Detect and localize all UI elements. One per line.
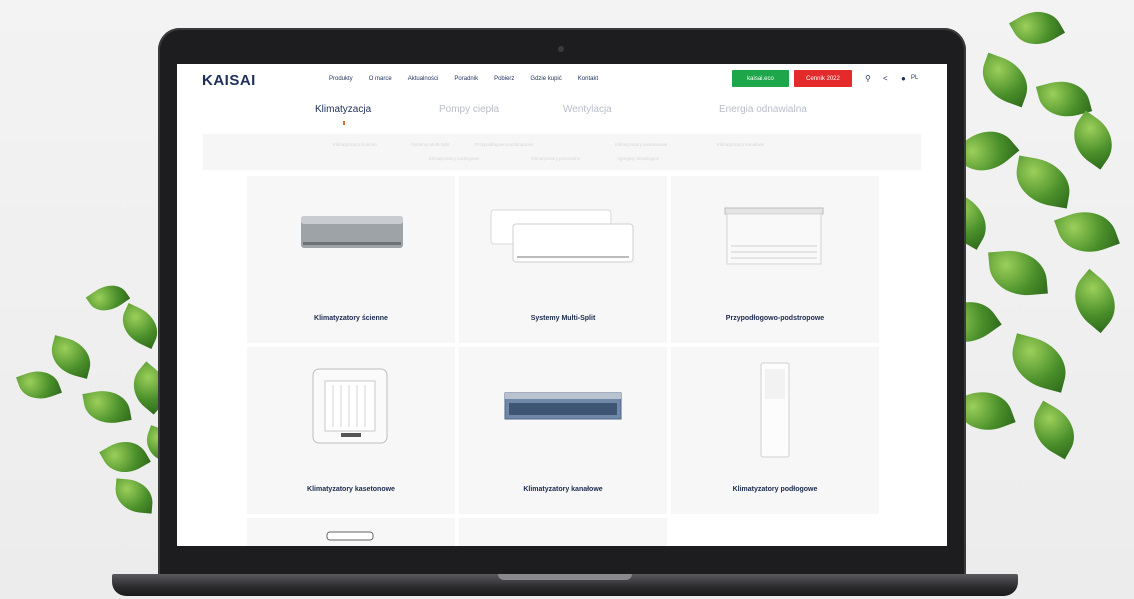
product-name: Klimatyzatory ścienne <box>314 315 388 322</box>
tab-pompy-ciepla[interactable]: Pompy ciepła <box>439 104 499 115</box>
product-card-partial[interactable] <box>459 518 667 546</box>
kaisai-eco-button[interactable]: kaisai.eco <box>732 70 789 87</box>
tab-energia-odnawialna[interactable]: Energia odnawialna <box>719 104 807 115</box>
active-tab-indicator <box>343 121 345 125</box>
product-name: Systemy Multi-Split <box>530 315 596 322</box>
site-logo[interactable]: KAISAI <box>202 72 256 89</box>
subcategory-item[interactable]: Klimatyzatory kasetonowe <box>615 142 667 147</box>
wall-ac-image <box>247 176 455 296</box>
product-card-partial[interactable] <box>247 518 455 546</box>
main-nav: Produkty O marce Aktualności Poradnik Po… <box>329 76 598 82</box>
product-name: Przypodłogowo-podstropowe <box>725 315 825 322</box>
nav-item-gdzie-kupic[interactable]: Gdzie kupić <box>530 76 561 82</box>
share-icon[interactable]: < <box>883 74 888 83</box>
subcategory-item[interactable]: Klimatyzatory przenośne <box>531 156 580 161</box>
nav-item-aktualnosci[interactable]: Aktualności <box>408 76 439 82</box>
nav-item-kontakt[interactable]: Kontakt <box>578 76 598 82</box>
subcategory-item[interactable]: Klimatyzatory ścienne <box>333 142 377 147</box>
search-icon[interactable]: ⚲ <box>865 74 871 83</box>
product-card[interactable]: Przypodłogowo-podstropowe <box>671 176 879 343</box>
portable-ac-image <box>326 531 374 541</box>
laptop-notch <box>498 574 632 580</box>
product-name: Klimatyzatory podłogowe <box>732 486 818 493</box>
product-card[interactable]: Klimatyzatory podłogowe <box>671 347 879 514</box>
subcategory-item[interactable]: Klimatyzatory podłogowe <box>429 156 479 161</box>
left-plant-decoration <box>10 277 184 530</box>
product-name: Klimatyzatory kasetonowe <box>307 486 395 493</box>
nav-item-produkty[interactable]: Produkty <box>329 76 353 82</box>
nav-item-pobierz[interactable]: Pobierz <box>494 76 514 82</box>
subcategory-item[interactable]: Przypodłogowo-podstropowe <box>475 142 533 147</box>
multi-split-image <box>459 176 667 296</box>
laptop-base <box>112 574 1018 596</box>
tab-wentylacja[interactable]: Wentylacja <box>563 104 612 115</box>
floor-standing-image <box>671 347 879 467</box>
webcam <box>558 46 564 52</box>
product-card[interactable]: Klimatyzatory kasetonowe <box>247 347 455 514</box>
cassette-image <box>247 347 455 467</box>
subcategory-item[interactable]: Klimatyzatory kanałowe <box>717 142 764 147</box>
language-switch[interactable]: PL <box>911 75 918 81</box>
subcategory-strip: Klimatyzatory ścienne Systemy Multi-Spli… <box>203 134 921 170</box>
price-list-button[interactable]: Cennik 2022 <box>794 70 852 87</box>
product-card[interactable]: Systemy Multi-Split <box>459 176 667 343</box>
product-card[interactable]: Klimatyzatory kanałowe <box>459 347 667 514</box>
nav-item-poradnik[interactable]: Poradnik <box>454 76 478 82</box>
duct-image <box>459 347 667 467</box>
nav-item-o-marce[interactable]: O marce <box>369 76 392 82</box>
tab-klimatyzacja[interactable]: Klimatyzacja <box>315 104 371 115</box>
product-card[interactable]: Klimatyzatory ścienne <box>247 176 455 343</box>
subcategory-item[interactable]: Agregaty skraplające <box>617 156 659 161</box>
globe-icon[interactable]: ● <box>901 74 906 83</box>
floor-ceiling-image <box>671 176 879 296</box>
subcategory-item[interactable]: Systemy Multi-Split <box>411 142 449 147</box>
laptop-screen: KAISAI Produkty O marce Aktualności Pora… <box>177 64 947 546</box>
product-name: Klimatyzatory kanałowe <box>523 486 603 493</box>
